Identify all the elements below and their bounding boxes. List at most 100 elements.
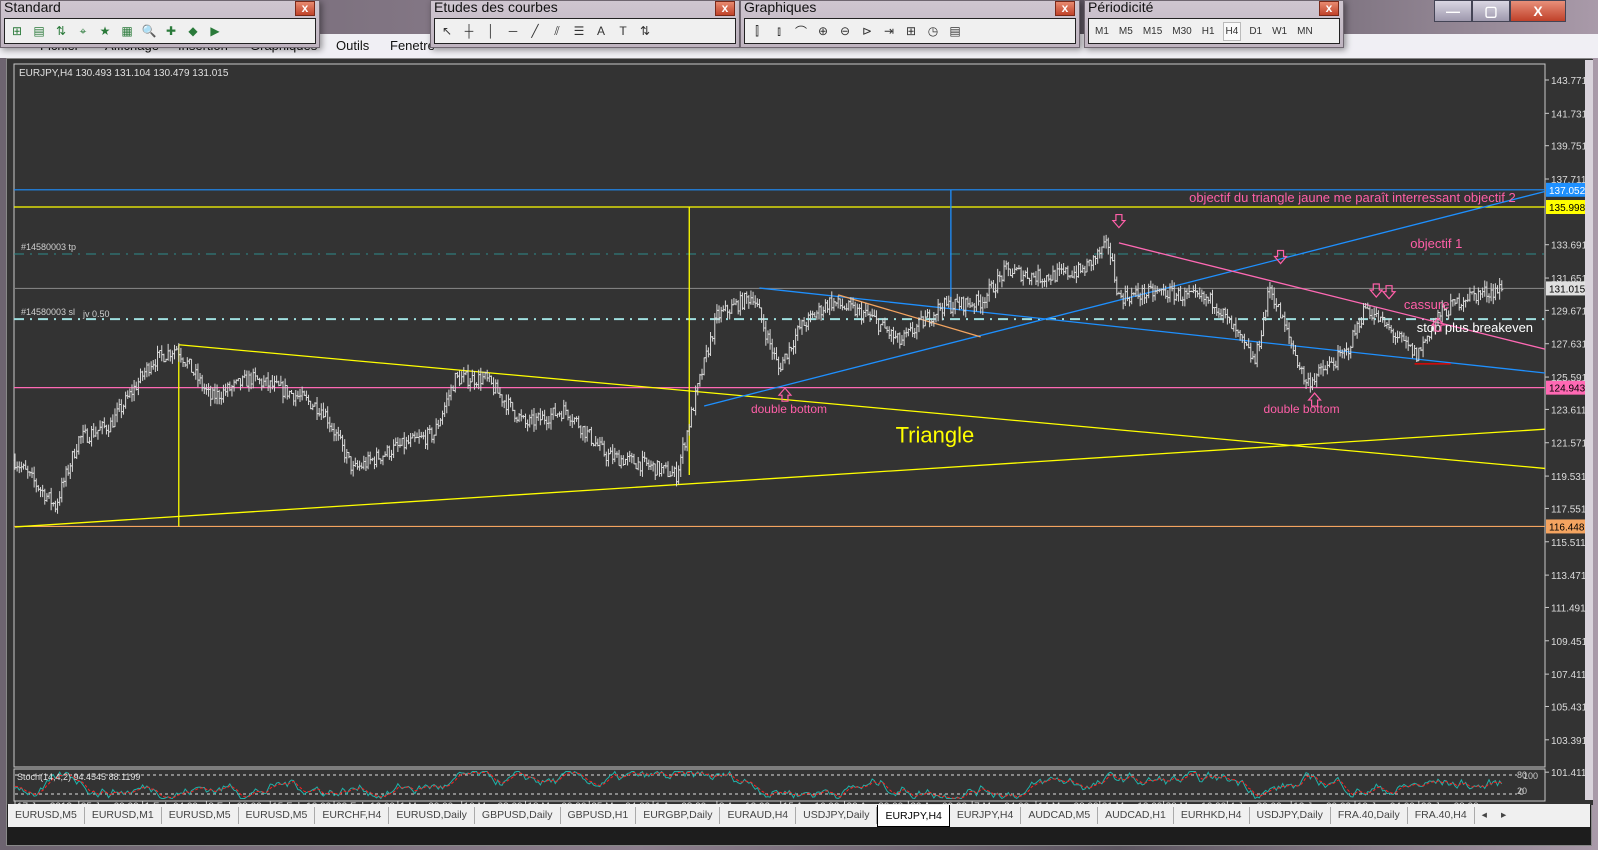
studies-tool-button[interactable]: ☰ [571, 24, 587, 38]
tab-scroll-left-button[interactable]: ◂ [1475, 807, 1494, 824]
period-button-m1[interactable]: M1 [1093, 23, 1111, 40]
studies-tool-button[interactable]: ↖ [439, 24, 455, 38]
toolbar-period[interactable]: Périodicité x M1 M5 M15 M30 H1 H4 D1 W1 MN [1084, 0, 1344, 48]
strategy-tester-icon[interactable]: 🔍 [141, 24, 157, 38]
close-icon[interactable]: x [715, 1, 735, 16]
charts-tool-button[interactable]: ⊳ [859, 24, 875, 38]
price-tick-label: 105.431 [1551, 702, 1588, 713]
period-button-m30[interactable]: M30 [1170, 23, 1193, 40]
studies-tool-button[interactable]: ╱ [527, 24, 543, 38]
chart-tab[interactable]: GBPUSD,H1 [561, 807, 637, 824]
terminal-icon[interactable]: ▦ [119, 24, 135, 38]
studies-tool-button[interactable]: ⇅ [637, 24, 653, 38]
price-tick-label: 131.651 [1551, 274, 1588, 285]
chart-tab[interactable]: EURHKD,H4 [1174, 807, 1250, 824]
chart-annotation[interactable]: double bottom [751, 402, 827, 416]
chart-tab[interactable]: USDJPY,Daily [1250, 807, 1331, 824]
toolbar-studies[interactable]: Etudes des courbes x ↖ ┼ │ ─ ╱ ⫽ ☰ A T ⇅ [430, 0, 740, 48]
chart-tab[interactable]: FRA.40,H4 [1408, 807, 1475, 824]
chart-tabs: EURUSD,M5 EURUSD,M1 EURUSD,M5 EURUSD,M5 EURC… [8, 804, 1590, 827]
menu-fenetre[interactable]: Fenetre [390, 38, 435, 53]
chart-tab[interactable]: AUDCAD,H1 [1098, 807, 1174, 824]
studies-tool-button[interactable]: ┼ [461, 24, 477, 38]
new-chart-icon[interactable]: ⊞ [9, 24, 25, 38]
charts-tool-button[interactable]: ◷ [925, 24, 941, 38]
autotrading-icon[interactable]: ▶ [207, 24, 223, 38]
period-button-m5[interactable]: M5 [1117, 23, 1135, 40]
price-tick-label: 121.571 [1551, 439, 1588, 450]
period-button-h1[interactable]: H1 [1200, 23, 1217, 40]
price-tick-label: 101.411 [1551, 768, 1587, 779]
window-controls: — ▢ X [1434, 0, 1566, 22]
studies-tool-button[interactable]: │ [483, 24, 499, 38]
chart-annotation[interactable]: cassure [1404, 297, 1450, 312]
chart-tab[interactable]: EURUSD,M5 [8, 807, 85, 824]
toolbar-standard[interactable]: Standard x ⊞ ▤ ⇅ ⌖ ★ ▦ 🔍 ✚ ◆ ▶ [0, 0, 320, 48]
new-order-icon[interactable]: ✚ [163, 24, 179, 38]
toolbar-charts-title: Graphiques [744, 0, 817, 15]
studies-tool-button[interactable]: ─ [505, 24, 521, 38]
charts-tool-button[interactable]: ⫾ [771, 24, 787, 39]
market-watch-icon[interactable]: ⇅ [53, 24, 69, 38]
chart-tab[interactable]: EURJPY,H4 [877, 804, 950, 827]
studies-tool-button[interactable]: T [615, 24, 631, 38]
data-window-icon[interactable]: ★ [97, 24, 113, 38]
price-chart[interactable]: objectif du triangle jaune me paraît int… [7, 59, 1593, 805]
price-tick-label: 107.411 [1551, 670, 1587, 681]
chart-tab[interactable]: EURCHF,H4 [315, 807, 390, 824]
chart-tab[interactable]: EURAUD,H4 [720, 807, 797, 824]
charts-tool-button[interactable]: ⊖ [837, 24, 853, 38]
price-tick-label: 103.391 [1551, 736, 1588, 747]
chart-tab[interactable]: EURUSD,M1 [85, 807, 162, 824]
charts-tool-button[interactable]: ▤ [947, 24, 963, 38]
studies-tool-button[interactable]: A [593, 24, 609, 38]
navigator-icon[interactable]: ⌖ [75, 24, 91, 39]
charts-tool-button[interactable]: ⇥ [881, 24, 897, 38]
chart-tab[interactable]: FRA.40,Daily [1331, 807, 1408, 824]
chart-tab[interactable]: GBPUSD,Daily [475, 807, 561, 824]
period-button-d1[interactable]: D1 [1247, 23, 1264, 40]
close-icon[interactable]: x [295, 1, 315, 16]
close-icon[interactable]: x [1319, 1, 1339, 16]
period-button-mn[interactable]: MN [1295, 23, 1315, 40]
period-button-h4[interactable]: H4 [1222, 21, 1242, 41]
chart-annotation[interactable]: objectif du triangle jaune me paraît int… [1189, 190, 1516, 205]
price-marker-label: 124.943 [1549, 384, 1586, 395]
tab-scroll-right-button[interactable]: ▸ [1494, 807, 1513, 824]
metaeditor-icon[interactable]: ◆ [185, 24, 201, 38]
charts-tool-button[interactable]: ⌒ [793, 23, 809, 40]
price-tick-label: 139.751 [1551, 142, 1588, 153]
period-button-w1[interactable]: W1 [1270, 23, 1289, 40]
profiles-icon[interactable]: ▤ [31, 24, 47, 38]
window-minimize-button[interactable]: — [1434, 0, 1472, 22]
charts-tool-button[interactable]: ⊕ [815, 24, 831, 38]
price-tick-label: 141.731 [1551, 109, 1588, 120]
price-marker-label: 137.052 [1549, 186, 1586, 197]
charts-tool-button[interactable]: ⫿ [749, 24, 765, 39]
toolbar-charts[interactable]: Graphiques x ⫿ ⫾ ⌒ ⊕ ⊖ ⊳ ⇥ ⊞ ◷ ▤ [740, 0, 1080, 48]
close-icon[interactable]: x [1055, 1, 1075, 16]
charts-tool-button[interactable]: ⊞ [903, 24, 919, 38]
chart-tab[interactable]: EURUSD,Daily [389, 807, 475, 824]
chart-annotation[interactable]: Triangle [896, 422, 975, 447]
chart-annotation[interactable]: double bottom [1264, 402, 1340, 416]
price-tick-label: 123.611 [1551, 405, 1587, 416]
chart-tab[interactable]: EURJPY,H4 [950, 807, 1022, 824]
chart-tab[interactable]: EURGBP,Daily [636, 807, 721, 824]
chart-annotation[interactable]: objectif 1 [1410, 236, 1462, 251]
chart-tab[interactable]: AUDCAD,M5 [1021, 807, 1099, 824]
menu-outils[interactable]: Outils [336, 38, 369, 53]
window-restore-button[interactable]: ▢ [1472, 0, 1510, 22]
stoch-level-100: 100 [1523, 771, 1538, 781]
chart-tab[interactable]: EURUSD,M5 [239, 807, 316, 824]
chart-tab[interactable]: EURUSD,M5 [162, 807, 239, 824]
chart-window: objectif du triangle jaune me paraît int… [6, 58, 1593, 846]
price-tick-label: 113.471 [1551, 571, 1587, 582]
chart-tab[interactable]: USDJPY,Daily [796, 807, 878, 824]
price-marker-label: 131.015 [1549, 284, 1586, 295]
window-close-button[interactable]: X [1510, 0, 1566, 22]
price-tick-label: 129.671 [1551, 306, 1588, 317]
vertical-scrollbar[interactable] [1585, 60, 1593, 800]
period-button-m15[interactable]: M15 [1141, 23, 1164, 40]
studies-tool-button[interactable]: ⫽ [549, 24, 565, 39]
